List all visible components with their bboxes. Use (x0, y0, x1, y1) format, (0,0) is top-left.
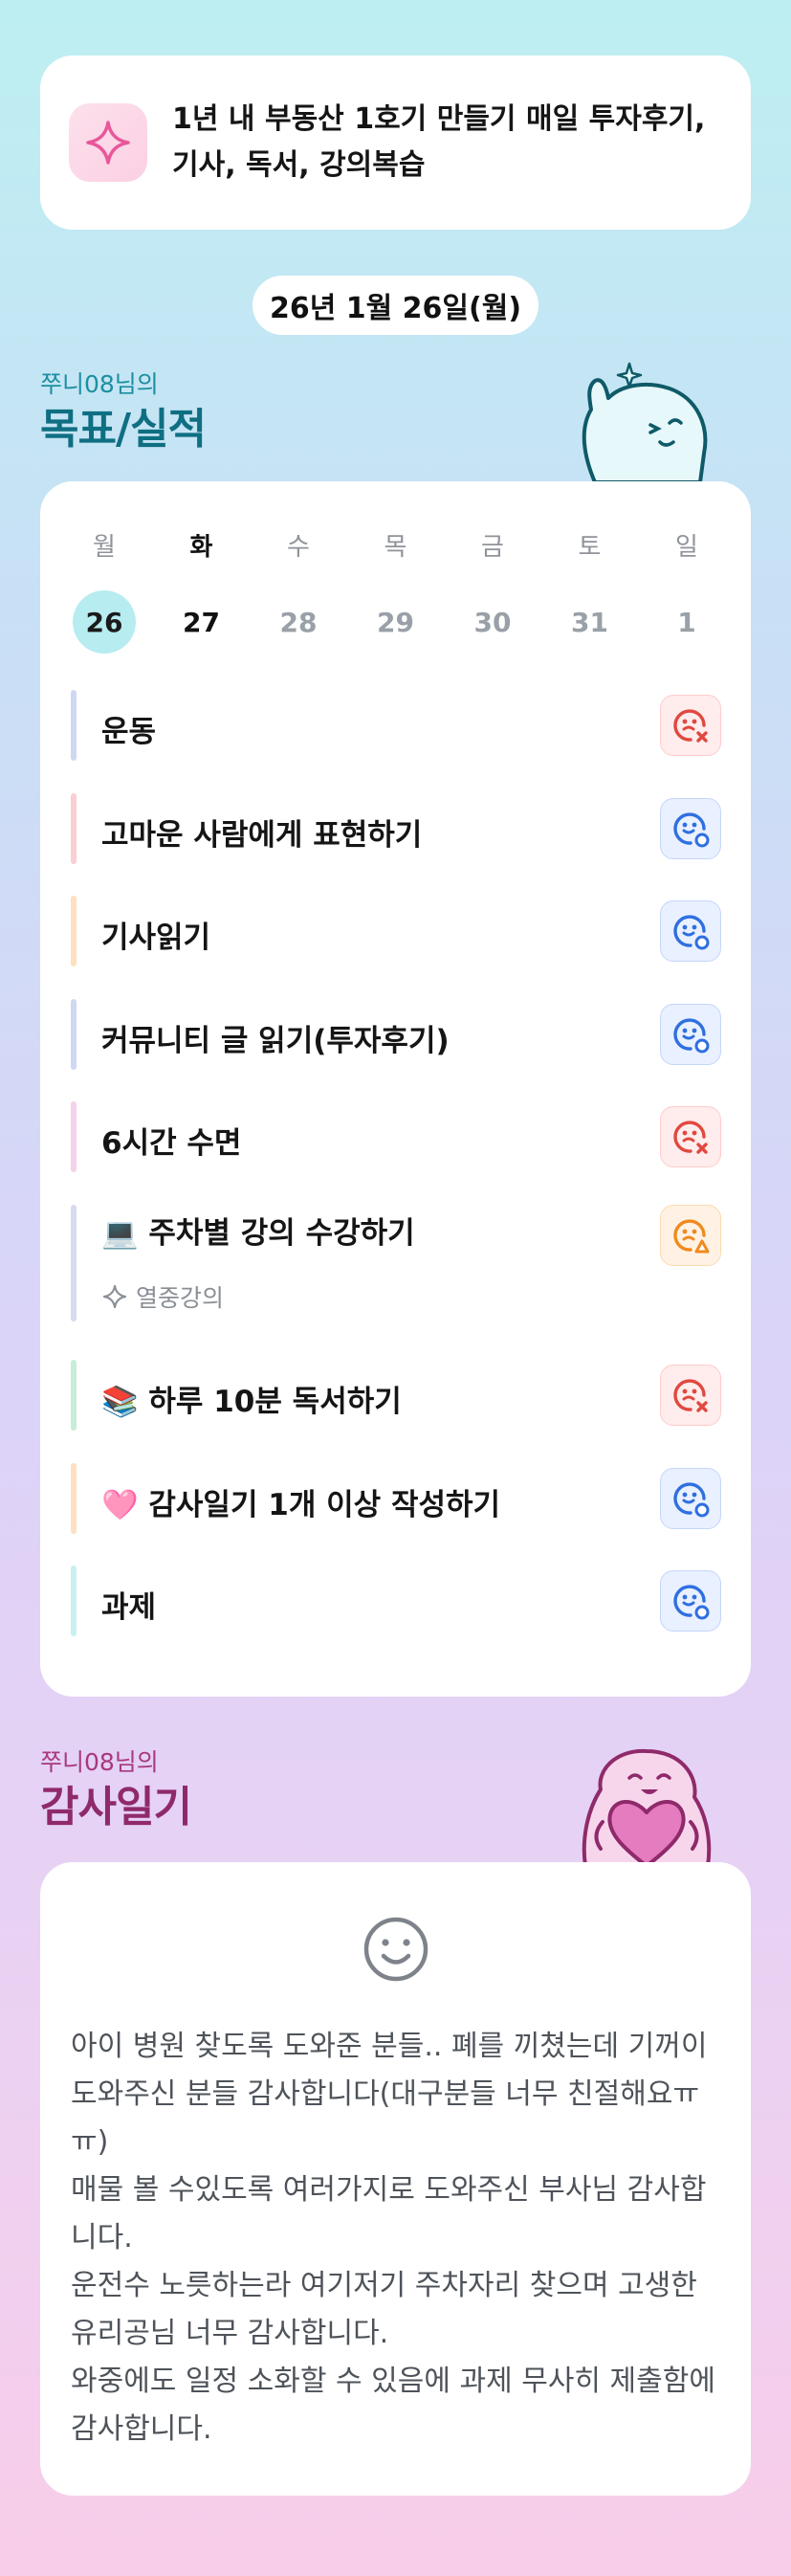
goal-color-bar (71, 1360, 77, 1431)
gratitude-card: 아이 병원 찾도록 도와준 분들.. 폐를 끼쳤는데 기꺼이 도와주신 분들 감… (40, 1862, 751, 2496)
goal-item[interactable]: 기사읽기 (71, 896, 721, 966)
goal-label: 고마운 사람에게 표현하기 (101, 818, 423, 853)
goal-item[interactable]: 📚 하루 10분 독서하기 (71, 1360, 721, 1431)
date-label[interactable]: 26년 1월 26일(월) (253, 276, 538, 335)
goal-item[interactable]: 커뮤니티 글 읽기(투자후기) (71, 999, 721, 1070)
day-date: 27 (183, 606, 220, 638)
day-date: 26 (73, 590, 136, 654)
goal-color-bar (71, 999, 77, 1070)
day-label: 화 (189, 533, 213, 562)
mascot-illustration (582, 362, 708, 482)
face-done-icon[interactable] (660, 1004, 721, 1065)
day-date: 1 (677, 606, 696, 638)
face-fail-icon[interactable] (660, 1106, 721, 1167)
week-day[interactable]: 일1 (654, 527, 719, 654)
goal-item[interactable]: 운동 (71, 690, 721, 761)
face-fail-icon[interactable] (660, 1365, 721, 1426)
day-label: 토 (578, 533, 602, 562)
week-day[interactable]: 목 29 (363, 527, 428, 654)
mascot-heart-illustration (582, 1748, 712, 1866)
goal-item[interactable]: 6시간 수면 (71, 1101, 721, 1172)
goal-item[interactable]: 🩷 감사일기 1개 이상 작성하기 (71, 1463, 721, 1534)
face-done-icon[interactable] (660, 1570, 721, 1632)
sparkle-icon (69, 103, 147, 182)
goal-label: 💻 주차별 강의 수강하기 (101, 1216, 415, 1251)
smile-icon (363, 1917, 428, 1982)
day-label: 수 (287, 533, 310, 562)
face-done-icon[interactable] (660, 900, 721, 962)
goal-tag: 열중강의 (101, 1279, 224, 1314)
week-day[interactable]: 금 30 (460, 527, 525, 654)
goal-label: 운동 (101, 715, 157, 749)
face-done-icon[interactable] (660, 1468, 721, 1529)
face-done-icon[interactable] (660, 798, 721, 859)
day-label: 금 (481, 533, 504, 562)
week-day[interactable]: 월 26 (72, 527, 137, 654)
goal-item[interactable]: 💻 주차별 강의 수강하기열중강의 (71, 1205, 721, 1321)
goal-item[interactable]: 과제 (71, 1566, 721, 1636)
motto-text: 1년 내 부동산 1호기 만들기 매일 투자후기, 기사, 독서, 강의복습 (172, 102, 706, 182)
gratitude-text: 아이 병원 찾도록 도와준 분들.. 폐를 끼쳤는데 기꺼이 도와주신 분들 감… (71, 2030, 715, 2446)
week-day[interactable]: 화 27 (169, 527, 234, 654)
goal-color-bar (71, 1463, 77, 1534)
goals-card: 월 26 화 27 수 28 목 29 금 30 토 31 일1 운동 고마운 사람에게 표… (40, 481, 751, 1697)
sparkle-small-icon (102, 1284, 127, 1309)
goal-color-bar (71, 1566, 77, 1636)
goal-label: 커뮤니티 글 읽기(투자후기) (101, 1024, 450, 1058)
face-fail-icon[interactable] (660, 695, 721, 756)
goal-color-bar (71, 690, 77, 761)
goal-label: 🩷 감사일기 1개 이상 작성하기 (101, 1488, 501, 1522)
day-label: 월 (93, 533, 116, 562)
day-date: 31 (571, 606, 608, 638)
day-label: 목 (384, 533, 407, 562)
goals-title: 목표/실적 (40, 405, 207, 454)
goal-color-bar (71, 896, 77, 966)
goal-label: 기사읽기 (101, 921, 211, 955)
goal-tag-label: 열중강의 (136, 1284, 225, 1312)
goal-item[interactable]: 고마운 사람에게 표현하기 (71, 793, 721, 864)
face-partial-icon[interactable] (660, 1205, 721, 1266)
gratitude-title: 감사일기 (40, 1783, 192, 1832)
day-date: 30 (473, 606, 512, 638)
goal-label: 6시간 수면 (101, 1126, 242, 1161)
goal-label: 📚 하루 10분 독서하기 (101, 1385, 402, 1419)
goal-color-bar (71, 1205, 77, 1321)
goal-color-bar (71, 1101, 77, 1172)
day-date: 29 (377, 606, 414, 638)
day-label: 일 (675, 533, 698, 562)
week-strip: 월 26 화 27 수 28 목 29 금 30 토 31 일1 (72, 527, 719, 654)
motto-card: 1년 내 부동산 1호기 만들기 매일 투자후기, 기사, 독서, 강의복습 (40, 56, 751, 230)
week-day[interactable]: 토 31 (558, 527, 623, 654)
week-day[interactable]: 수 28 (266, 527, 331, 654)
day-date: 28 (279, 606, 318, 638)
goal-color-bar (71, 793, 77, 864)
goal-label: 과제 (101, 1590, 157, 1625)
